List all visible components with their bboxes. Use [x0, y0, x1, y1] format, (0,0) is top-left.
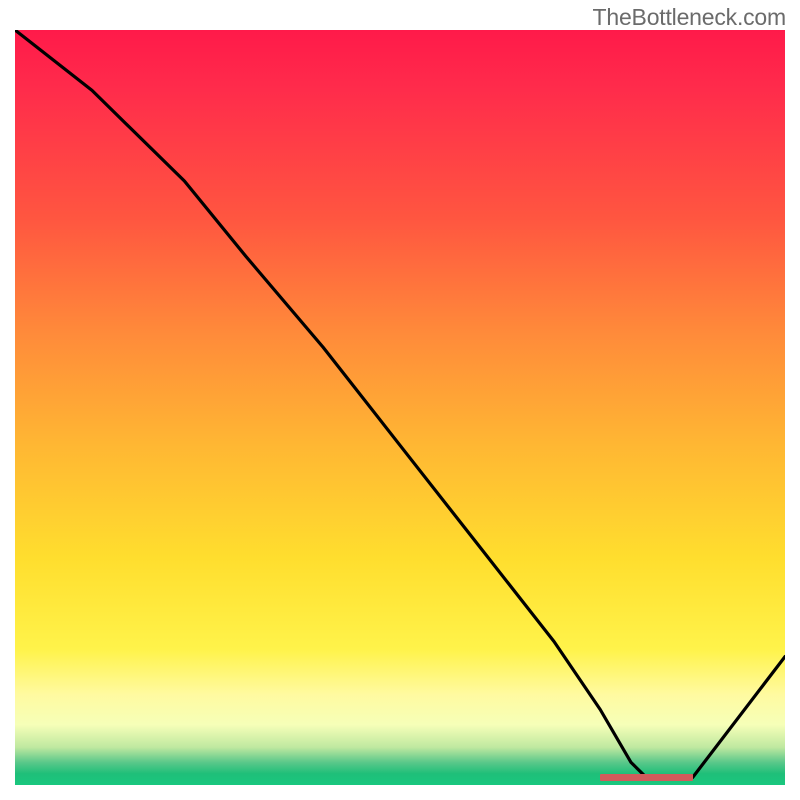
watermark-text: TheBottleneck.com — [593, 4, 786, 31]
curve-svg — [15, 30, 785, 785]
optimal-range-marker — [600, 774, 692, 781]
plot-area — [15, 30, 785, 785]
chart-canvas: TheBottleneck.com — [0, 0, 800, 800]
curve-path — [15, 30, 785, 778]
